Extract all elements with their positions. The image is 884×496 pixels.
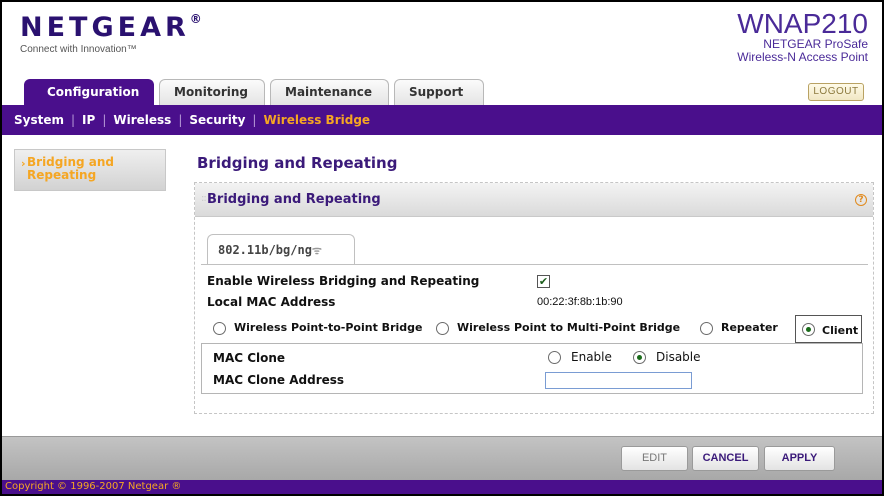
mode-option-point-to-point[interactable]: Wireless Point-to-Point Bridge [213, 321, 422, 335]
band-tab-label: 802.11b/bg/ng [218, 243, 312, 257]
wifi-signal-icon: ᯤ [311, 244, 322, 257]
subnav-ip[interactable]: IP [82, 113, 95, 127]
local-mac-label: Local MAC Address [207, 295, 336, 309]
mode-radio-repeater[interactable] [700, 321, 713, 335]
mode-label: Repeater [721, 321, 778, 334]
header: NETGEAR® Connect with Innovation™ WNAP21… [2, 2, 882, 105]
tab-configuration[interactable]: Configuration [24, 79, 154, 105]
mac-clone-enable-label: Enable [571, 350, 612, 364]
sidebar-item-label: Bridging and Repeating [27, 155, 115, 182]
mode-radio-client[interactable] [802, 323, 815, 336]
mac-clone-disable-label: Disable [656, 350, 701, 364]
brand-tagline: Connect with Innovation™ [20, 44, 137, 55]
panel-title: Bridging and Repeating [207, 192, 381, 207]
mac-clone-address-label: MAC Clone Address [213, 373, 345, 387]
subnav-separator: | [252, 113, 257, 127]
mac-clone-disable-option[interactable]: Disable [633, 350, 701, 364]
drag-grip-icon: :: [201, 193, 207, 204]
mode-label: Wireless Point-to-Point Bridge [234, 321, 423, 334]
enable-bridging-label: Enable Wireless Bridging and Repeating [207, 274, 480, 288]
mac-clone-group: MAC Clone Enable Disable MAC Clone Addre… [201, 343, 863, 394]
enable-bridging-checkbox[interactable]: ✔ [537, 275, 550, 288]
subnav-system[interactable]: System [14, 113, 64, 127]
apply-button[interactable]: APPLY [764, 446, 835, 471]
edit-button[interactable]: EDIT [621, 446, 688, 471]
mode-option-point-to-multipoint[interactable]: Wireless Point to Multi-Point Bridge [436, 321, 680, 335]
button-bar: EDIT CANCEL APPLY [2, 436, 882, 480]
mac-clone-address-input[interactable] [545, 372, 692, 389]
product-model: WNAP210 [737, 8, 868, 39]
tab-support[interactable]: Support [394, 79, 484, 105]
tab-802-11-band[interactable]: 802.11b/bg/ngᯤ [207, 234, 355, 264]
cancel-button[interactable]: CANCEL [692, 446, 759, 471]
tab-maintenance[interactable]: Maintenance [270, 79, 389, 105]
chevron-right-icon: › [21, 157, 26, 170]
copyright-footer: Copyright © 1996-2007 Netgear ® [2, 480, 882, 494]
app-window: NETGEAR® Connect with Innovation™ WNAP21… [0, 0, 884, 496]
subnav-separator: | [71, 113, 76, 127]
subnav-security[interactable]: Security [189, 113, 245, 127]
product-info: WNAP210 NETGEAR ProSafe Wireless-N Acces… [737, 10, 868, 64]
mode-label: Client [822, 324, 859, 337]
mac-clone-label: MAC Clone [213, 351, 286, 365]
mode-option-client[interactable]: Client [795, 315, 862, 343]
mode-radio-point-to-point[interactable] [213, 321, 226, 335]
page-title: Bridging and Repeating [197, 154, 398, 172]
mac-clone-enable-radio[interactable] [548, 351, 561, 364]
help-icon[interactable]: ? [855, 194, 867, 206]
netgear-logo: NETGEAR® Connect with Innovation™ [20, 12, 202, 55]
mode-option-repeater[interactable]: Repeater [700, 321, 778, 335]
logout-button[interactable]: LOGOUT [808, 83, 864, 101]
product-line-2: Wireless-N Access Point [737, 50, 868, 64]
main-tabs: Configuration Monitoring Maintenance Sup… [24, 79, 489, 105]
sidebar-item-bridging-and-repeating[interactable]: › Bridging and Repeating [14, 149, 166, 191]
brand-name: NETGEAR® [20, 12, 202, 43]
content-area: › Bridging and Repeating Bridging and Re… [2, 135, 882, 438]
subnav-separator: | [178, 113, 183, 127]
mac-clone-disable-radio[interactable] [633, 351, 646, 364]
sub-navigation: System | IP | Wireless | Security | Wire… [2, 105, 882, 135]
tab-monitoring[interactable]: Monitoring [159, 79, 265, 105]
settings-panel: :: Bridging and Repeating ? 802.11b/bg/n… [194, 182, 874, 414]
local-mac-value: 00:22:3f:8b:1b:90 [537, 296, 623, 308]
bridging-settings: Enable Wireless Bridging and Repeating ✔… [201, 264, 868, 398]
subnav-wireless-bridge[interactable]: Wireless Bridge [263, 113, 370, 127]
mode-radio-point-to-multipoint[interactable] [436, 321, 449, 335]
panel-header: :: Bridging and Repeating ? [195, 183, 873, 217]
subnav-wireless[interactable]: Wireless [113, 113, 171, 127]
mode-label: Wireless Point to Multi-Point Bridge [457, 321, 681, 334]
subnav-separator: | [102, 113, 107, 127]
mac-clone-enable-option[interactable]: Enable [548, 350, 612, 364]
